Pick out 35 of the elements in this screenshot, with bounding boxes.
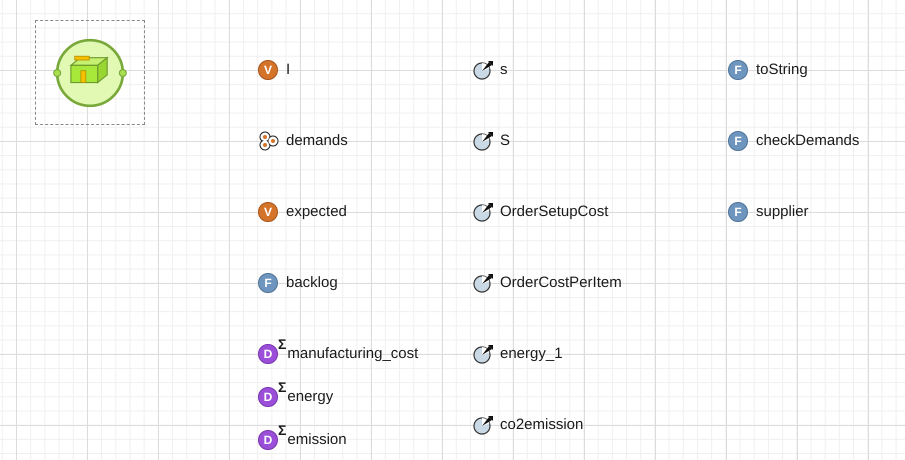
element-label: S xyxy=(500,132,510,149)
element-label: backlog xyxy=(286,274,338,291)
element-label: manufacturing_cost xyxy=(287,345,418,362)
element-label: energy_1 xyxy=(500,345,563,362)
sigma-mark: Σ xyxy=(278,379,286,395)
element-label: I xyxy=(286,61,290,78)
sigma-mark: Σ xyxy=(278,422,286,438)
function-badge: F xyxy=(258,272,278,292)
element-label: toString xyxy=(756,61,808,78)
variable-badge: V xyxy=(258,60,278,80)
gauge-icon xyxy=(472,414,494,436)
dataset-badge: D xyxy=(258,386,278,406)
sigma-mark: Σ xyxy=(278,336,286,352)
element-label: co2emission xyxy=(500,416,584,433)
gauge-icon xyxy=(472,130,494,152)
element-label: emission xyxy=(287,431,347,448)
dataset-badge: D xyxy=(258,344,278,364)
function-badge: F xyxy=(728,130,748,150)
variable-badge: V xyxy=(258,202,278,222)
element-label: s xyxy=(500,61,508,78)
element-label: OrderCostPerItem xyxy=(500,274,622,291)
element-label: checkDemands xyxy=(756,132,860,149)
element-label: energy xyxy=(287,388,334,405)
element-label: demands xyxy=(286,132,348,149)
element-label: supplier xyxy=(756,203,809,220)
gauge-icon xyxy=(472,272,494,294)
function-badge: F xyxy=(728,202,748,222)
dataset-badge: D xyxy=(258,430,278,450)
collection-icon xyxy=(258,130,280,152)
gauge-icon xyxy=(472,342,494,364)
element-label: OrderSetupCost xyxy=(500,203,608,220)
element-label: expected xyxy=(286,203,347,220)
function-badge: F xyxy=(728,60,748,80)
gauge-icon xyxy=(472,58,494,80)
gauge-icon xyxy=(472,200,494,222)
